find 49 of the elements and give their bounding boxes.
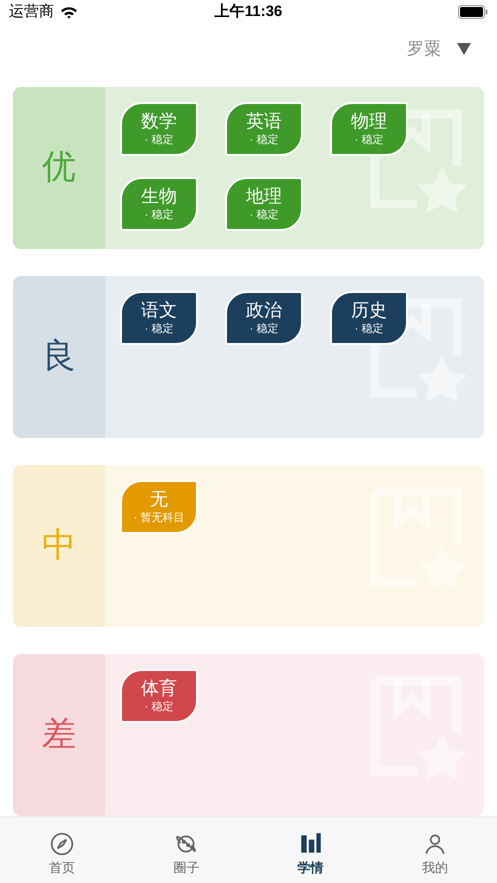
subject-status: · 稳定	[144, 700, 174, 715]
subject-status: · 稳定	[144, 132, 174, 148]
subject-chip[interactable]: 政治 · 稳定	[225, 290, 303, 345]
wifi-icon	[60, 6, 78, 19]
tab-item[interactable]: 我的	[372, 816, 497, 883]
subject-status: · 稳定	[354, 132, 384, 148]
subject-chip[interactable]: 地理 · 稳定	[225, 176, 303, 231]
tab-label: 首页	[49, 858, 76, 877]
subject-chip[interactable]: 无 · 暂无科目	[120, 480, 198, 534]
subject-status: · 稳定	[250, 322, 278, 337]
subject-name: 无	[150, 488, 168, 510]
tab-item[interactable]: 学情	[248, 816, 373, 883]
subject-status: · 稳定	[250, 208, 278, 223]
subject-chip[interactable]: 数学 · 稳定	[120, 102, 198, 156]
tab-label: 圈子	[173, 858, 200, 877]
subject-name: 政治	[246, 298, 282, 321]
subject-status: · 暂无科目	[134, 510, 184, 526]
subject-status: · 稳定	[354, 322, 384, 337]
subject-chip[interactable]: 历史 · 稳定	[330, 290, 408, 345]
carrier-label: 运营商	[9, 2, 54, 22]
subject-name: 英语	[246, 110, 282, 132]
battery-icon	[458, 5, 488, 20]
subject-chip[interactable]: 物理 · 稳定	[330, 102, 408, 156]
compass-icon	[49, 830, 76, 857]
subject-status: · 稳定	[144, 322, 174, 337]
subject-name: 生物	[141, 184, 177, 207]
subject-name: 数学	[141, 110, 177, 132]
subject-chip[interactable]: 英语 · 稳定	[225, 102, 303, 156]
subject-status: · 稳定	[250, 132, 278, 148]
subject-name: 体育	[141, 676, 177, 699]
subject-chip[interactable]: 生物 · 稳定	[120, 176, 198, 231]
subject-chip[interactable]: 体育 · 稳定	[120, 668, 198, 723]
status-time: 上午11:36	[214, 2, 282, 22]
grade-label: 差	[42, 713, 76, 756]
dropdown-triangle-icon	[457, 42, 471, 55]
grade-label: 良	[42, 335, 76, 378]
tab-label: 学情	[298, 858, 324, 877]
tab-label: 我的	[422, 858, 448, 877]
subject-name: 历史	[351, 298, 387, 321]
subject-name: 语文	[141, 298, 177, 321]
tab-item[interactable]: 首页	[0, 816, 124, 883]
student-selector[interactable]: 罗粟	[407, 36, 471, 62]
subject-name: 物理	[351, 110, 387, 132]
subject-name: 地理	[246, 184, 282, 207]
tab-item[interactable]: 圈子	[124, 816, 248, 883]
grade-label: 中	[42, 524, 76, 568]
grade-label: 优	[42, 146, 76, 190]
subject-chip[interactable]: 语文 · 稳定	[120, 290, 198, 345]
subject-status: · 稳定	[144, 208, 174, 223]
